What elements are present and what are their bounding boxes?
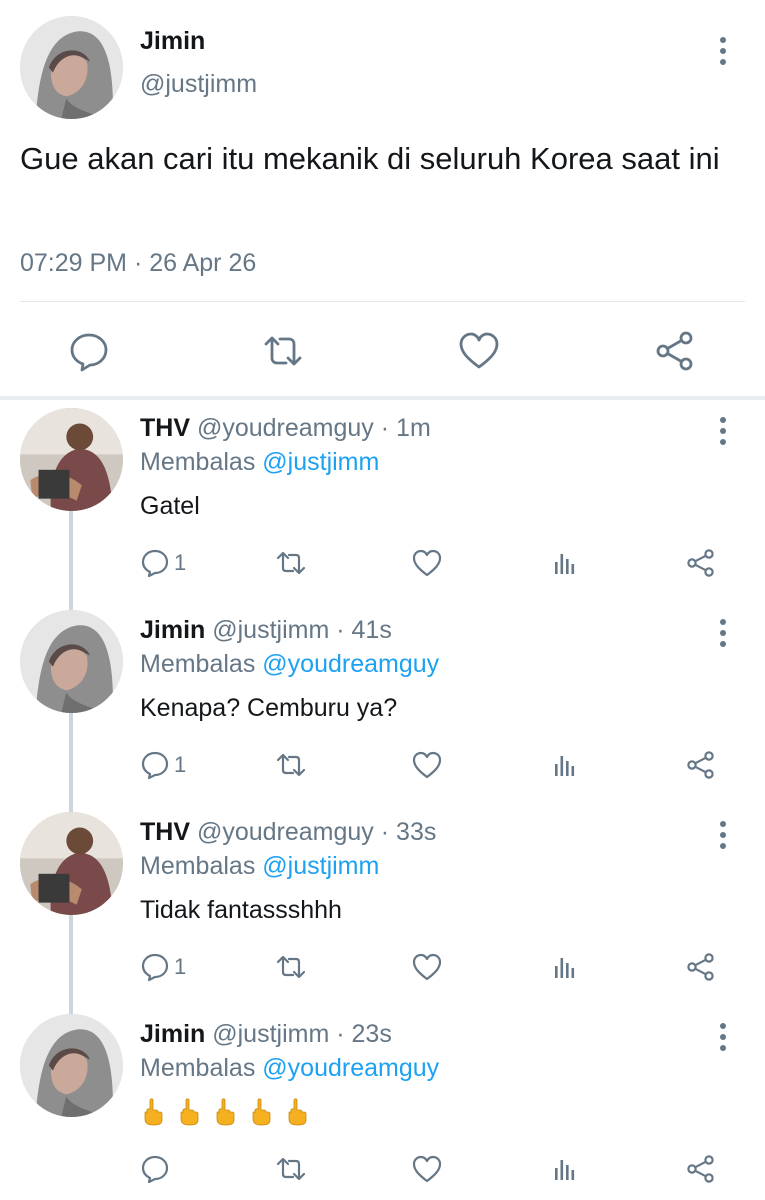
mention-link[interactable]: @justjimm: [262, 852, 379, 880]
author-name[interactable]: THV: [140, 414, 190, 442]
divider: [20, 301, 745, 302]
middle-finger-emoji: [252, 1098, 271, 1126]
replying-prefix: Membalas: [140, 1054, 256, 1082]
retweet-icon[interactable]: [276, 546, 306, 580]
more-options-icon[interactable]: [708, 818, 738, 852]
mention-link[interactable]: @youdreamguy: [262, 650, 439, 678]
share-icon[interactable]: [686, 1152, 716, 1186]
share-icon[interactable]: [654, 330, 696, 372]
author-handle[interactable]: @justjimm: [212, 1020, 329, 1048]
like-icon[interactable]: [412, 950, 442, 984]
reply-text: Tidak fantassshhh: [140, 896, 342, 924]
reply-header: Jimin @justjimm · 23s: [140, 1020, 392, 1049]
retweet-icon[interactable]: [276, 748, 306, 782]
reply-count: 1: [174, 550, 187, 575]
reply-text: Gatel: [140, 492, 200, 520]
reply-icon[interactable]: 1: [140, 546, 186, 580]
avatar-jimin-image: [20, 1014, 123, 1117]
reply-icon[interactable]: [68, 330, 110, 372]
middle-finger-emoji: [216, 1098, 235, 1126]
avatar-thv-image: [20, 408, 123, 511]
mention-link[interactable]: @justjimm: [262, 448, 379, 476]
reply-icon[interactable]: [140, 1152, 174, 1186]
more-options-icon[interactable]: [708, 414, 738, 448]
reply-tweet[interactable]: THV @youdreamguy · 1m Membalas @justjimm…: [0, 400, 765, 612]
avatar-jimin-image: [20, 16, 123, 119]
mention-link[interactable]: @youdreamguy: [262, 1054, 439, 1082]
stats-icon[interactable]: [550, 950, 580, 984]
share-icon[interactable]: [686, 748, 716, 782]
avatar-thv-image: [20, 812, 123, 915]
reply-time: · 1m: [380, 414, 431, 442]
stats-icon[interactable]: [550, 748, 580, 782]
author-name[interactable]: Jimin: [140, 616, 205, 644]
stats-icon[interactable]: [550, 1152, 580, 1186]
retweet-icon[interactable]: [276, 1152, 306, 1186]
reply-time: · 23s: [336, 1020, 392, 1048]
like-icon[interactable]: [412, 546, 442, 580]
replying-to: Membalas @youdreamguy: [140, 1054, 439, 1083]
replying-prefix: Membalas: [140, 448, 256, 476]
author-handle[interactable]: @youdreamguy: [197, 414, 374, 442]
more-options-icon[interactable]: [708, 616, 738, 650]
thread-line: [69, 915, 73, 1016]
replying-prefix: Membalas: [140, 852, 256, 880]
reply-text: [140, 1098, 310, 1126]
reply-count: 1: [174, 954, 187, 979]
avatar[interactable]: [20, 1014, 123, 1117]
more-options-icon[interactable]: [708, 1020, 738, 1054]
replying-to: Membalas @youdreamguy: [140, 650, 439, 679]
avatar[interactable]: [20, 812, 123, 915]
like-icon[interactable]: [458, 330, 500, 372]
tweet-timestamp[interactable]: 07:29 PM · 26 Apr 26: [20, 249, 256, 278]
reply-header: THV @youdreamguy · 1m: [140, 414, 431, 443]
reply-tweet[interactable]: Jimin @justjimm · 41s Membalas @youdream…: [0, 602, 765, 814]
reply-time: · 41s: [336, 616, 392, 644]
author-handle[interactable]: @youdreamguy: [197, 818, 374, 846]
reply-header: Jimin @justjimm · 41s: [140, 616, 392, 645]
thread-line: [69, 713, 73, 814]
share-icon[interactable]: [686, 950, 716, 984]
avatar-jimin-image: [20, 610, 123, 713]
reply-text: Kenapa? Cemburu ya?: [140, 694, 398, 722]
share-icon[interactable]: [686, 546, 716, 580]
more-options-icon[interactable]: [708, 34, 738, 68]
author-name[interactable]: Jimin: [140, 27, 205, 56]
reply-icon[interactable]: 1: [140, 748, 186, 782]
replying-to: Membalas @justjimm: [140, 852, 379, 881]
thread-line: [69, 511, 73, 612]
author-handle[interactable]: @justjimm: [212, 616, 329, 644]
stats-icon[interactable]: [550, 546, 580, 580]
reply-time: · 33s: [380, 818, 437, 846]
main-tweet: Jimin @justjimm Gue akan cari itu mekani…: [0, 0, 765, 395]
reply-count: 1: [174, 752, 187, 777]
retweet-icon[interactable]: [262, 330, 304, 372]
reply-tweet[interactable]: Jimin @justjimm · 23s Membalas @youdream…: [0, 1006, 765, 1200]
replying-prefix: Membalas: [140, 650, 256, 678]
author-name[interactable]: Jimin: [140, 1020, 205, 1048]
like-icon[interactable]: [412, 1152, 442, 1186]
reply-tweet[interactable]: THV @youdreamguy · 33s Membalas @justjim…: [0, 804, 765, 1016]
author-name[interactable]: THV: [140, 818, 190, 846]
avatar[interactable]: [20, 408, 123, 511]
author-handle[interactable]: @justjimm: [140, 70, 257, 99]
avatar[interactable]: [20, 16, 123, 119]
like-icon[interactable]: [412, 748, 442, 782]
replying-to: Membalas @justjimm: [140, 448, 379, 477]
middle-finger-emoji: [288, 1098, 307, 1126]
tweet-text: Gue akan cari itu mekanik di seluruh Kor…: [20, 141, 720, 176]
middle-finger-emoji: [180, 1098, 199, 1126]
reply-icon[interactable]: 1: [140, 950, 186, 984]
reply-header: THV @youdreamguy · 33s: [140, 818, 436, 847]
middle-finger-emoji: [144, 1098, 163, 1126]
avatar[interactable]: [20, 610, 123, 713]
retweet-icon[interactable]: [276, 950, 306, 984]
